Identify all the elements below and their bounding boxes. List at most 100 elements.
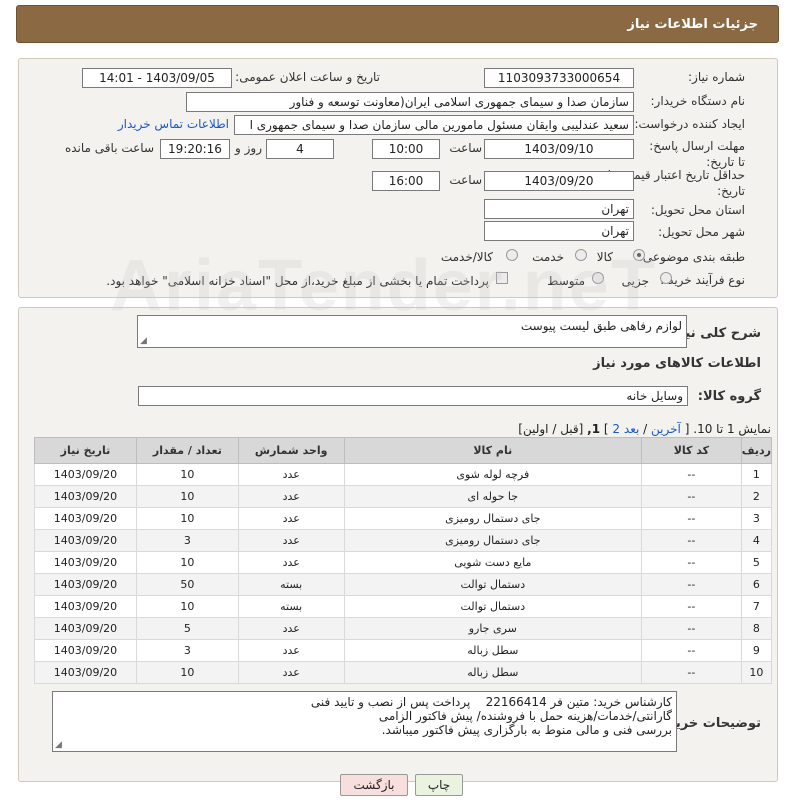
pagination-last-link[interactable]: آخرین — [651, 422, 681, 436]
pagination-bracket-open: [ — [684, 422, 690, 436]
send-deadline-label: مهلت ارسال پاسخ: تا تاریخ: — [649, 139, 745, 169]
buyer-notes-field: کارشناس خرید: متین فر 22166414 پرداخت پس… — [52, 691, 677, 752]
cell-item-name: جای دستمال رومیزی — [343, 529, 642, 552]
buyer-notes-text: کارشناس خرید: متین فر 22166414 پرداخت پس… — [310, 695, 672, 737]
pagination-showing: نمایش 1 تا 10. — [693, 422, 771, 436]
pagination: نمایش 1 تا 10. [ آخرین / بعد 2 ] 1, [قبل… — [518, 422, 771, 436]
pagination-next-link[interactable]: بعد — [624, 422, 639, 436]
price-validity-date-field: 1403/09/20 — [484, 171, 634, 191]
cell-item-code: -- — [640, 463, 742, 486]
cell-quantity: 5 — [135, 617, 239, 640]
table-row: 1 -- فرچه لوله شوی عدد 10 1403/09/20 — [34, 463, 773, 486]
cell-row-number: 1 — [740, 463, 773, 486]
cell-item-name: سطل زباله — [343, 661, 642, 684]
cell-quantity: 10 — [135, 485, 239, 508]
buyer-org-label: نام دستگاه خریدار: — [650, 94, 746, 108]
cell-item-name: جای دستمال رومیزی — [343, 507, 642, 530]
back-button[interactable]: بازگشت — [340, 774, 408, 796]
col-date-header: تاریخ نیاز — [34, 437, 137, 464]
days-field: 4 — [266, 139, 334, 159]
page-title: جزئیات اطلاعات نیاز — [627, 17, 758, 32]
cell-unit: عدد — [237, 485, 345, 508]
goods-table: ردیف کد کالا نام کالا واحد شمارش تعداد /… — [34, 437, 773, 684]
pagination-separator: / — [643, 422, 648, 436]
cell-unit: عدد — [237, 551, 345, 574]
cell-unit: عدد — [237, 463, 345, 486]
table-row: 8 -- سری جارو عدد 5 1403/09/20 — [34, 617, 773, 640]
pagination-page-1: 1, — [587, 422, 601, 436]
cell-item-code: -- — [640, 551, 742, 574]
goods-group-field: وسایل خانه — [138, 386, 688, 406]
general-desc-text: لوازم رفاهی طبق لیست پیوست — [520, 319, 682, 333]
delivery-city-field: تهران — [484, 221, 634, 241]
table-row: 10 -- سطل زباله عدد 10 1403/09/20 — [34, 661, 773, 684]
price-validity-time-field: 16:00 — [372, 171, 440, 191]
cell-need-date: 1403/09/20 — [34, 507, 137, 530]
need-number-field: 1103093733000654 — [484, 68, 634, 88]
cell-unit: عدد — [237, 639, 345, 662]
cell-unit: عدد — [237, 507, 345, 530]
remaining-time-label: ساعت باقی مانده — [64, 141, 154, 155]
cell-quantity: 10 — [135, 507, 239, 530]
pagination-prev-first: [قبل / اولین] — [518, 422, 584, 436]
buyer-org-field: سازمان صدا و سیمای جمهوری اسلامی ایران(م… — [186, 92, 634, 112]
cell-row-number: 5 — [740, 551, 773, 574]
cell-item-name: دستمال توالت — [343, 595, 642, 618]
table-row: 5 -- مایع دست شویی عدد 10 1403/09/20 — [34, 551, 773, 574]
cell-quantity: 10 — [135, 661, 239, 684]
days-label: روز و — [235, 141, 262, 155]
cell-need-date: 1403/09/20 — [34, 595, 137, 618]
cell-row-number: 4 — [740, 529, 773, 552]
cell-quantity: 10 — [135, 595, 239, 618]
goods-group-label: گروه کالا: — [697, 389, 761, 404]
table-row: 6 -- دستمال توالت بسته 50 1403/09/20 — [34, 573, 773, 596]
send-deadline-date-field: 1403/09/10 — [484, 139, 634, 159]
print-button[interactable]: چاپ — [415, 774, 463, 796]
page-header: جزئیات اطلاعات نیاز — [16, 5, 779, 43]
cell-need-date: 1403/09/20 — [34, 617, 137, 640]
cell-unit: بسته — [237, 595, 345, 618]
table-header-row: ردیف کد کالا نام کالا واحد شمارش تعداد /… — [34, 437, 773, 464]
buyer-contact-link[interactable]: اطلاعات تماس خریدار — [118, 117, 229, 131]
cell-item-code: -- — [640, 617, 742, 640]
resize-grip-icon: ◢ — [55, 740, 62, 750]
cell-quantity: 50 — [135, 573, 239, 596]
table-row: 7 -- دستمال توالت بسته 10 1403/09/20 — [34, 595, 773, 618]
general-desc-field: لوازم رفاهی طبق لیست پیوست ◢ — [137, 315, 687, 348]
cell-need-date: 1403/09/20 — [34, 551, 137, 574]
cell-quantity: 10 — [135, 551, 239, 574]
table-row: 9 -- سطل زباله عدد 3 1403/09/20 — [34, 639, 773, 662]
cell-item-code: -- — [640, 507, 742, 530]
cell-item-name: جا حوله ای — [343, 485, 642, 508]
need-number-label: شماره نیاز: — [688, 70, 745, 84]
cell-row-number: 2 — [740, 485, 773, 508]
delivery-province-field: تهران — [484, 199, 634, 219]
requester-label: ایجاد کننده درخواست: — [634, 117, 745, 131]
cell-quantity: 3 — [135, 529, 239, 552]
col-name-header: نام کالا — [343, 437, 642, 464]
cell-row-number: 8 — [740, 617, 773, 640]
table-row: 3 -- جای دستمال رومیزی عدد 10 1403/09/20 — [34, 507, 773, 530]
cell-item-name: سطل زباله — [343, 639, 642, 662]
cell-item-name: فرچه لوله شوی — [343, 463, 642, 486]
resize-grip-icon: ◢ — [140, 336, 147, 346]
cell-item-name: سری جارو — [343, 617, 642, 640]
table-row: 4 -- جای دستمال رومیزی عدد 3 1403/09/20 — [34, 529, 773, 552]
send-deadline-time-field: 10:00 — [372, 139, 440, 159]
delivery-city-label: شهر محل تحویل: — [658, 225, 745, 239]
cell-need-date: 1403/09/20 — [34, 661, 137, 684]
price-validity-time-label: ساعت — [449, 173, 482, 187]
cell-item-code: -- — [640, 573, 742, 596]
col-code-header: کد کالا — [640, 437, 742, 464]
cell-item-code: -- — [640, 661, 742, 684]
pagination-page-2[interactable]: 2 — [612, 422, 620, 436]
col-qty-header: تعداد / مقدار — [135, 437, 239, 464]
cell-row-number: 9 — [740, 639, 773, 662]
cell-quantity: 3 — [135, 639, 239, 662]
cell-row-number: 6 — [740, 573, 773, 596]
cell-item-code: -- — [640, 529, 742, 552]
cell-need-date: 1403/09/20 — [34, 529, 137, 552]
cell-need-date: 1403/09/20 — [34, 573, 137, 596]
cell-unit: بسته — [237, 573, 345, 596]
cell-unit: عدد — [237, 617, 345, 640]
